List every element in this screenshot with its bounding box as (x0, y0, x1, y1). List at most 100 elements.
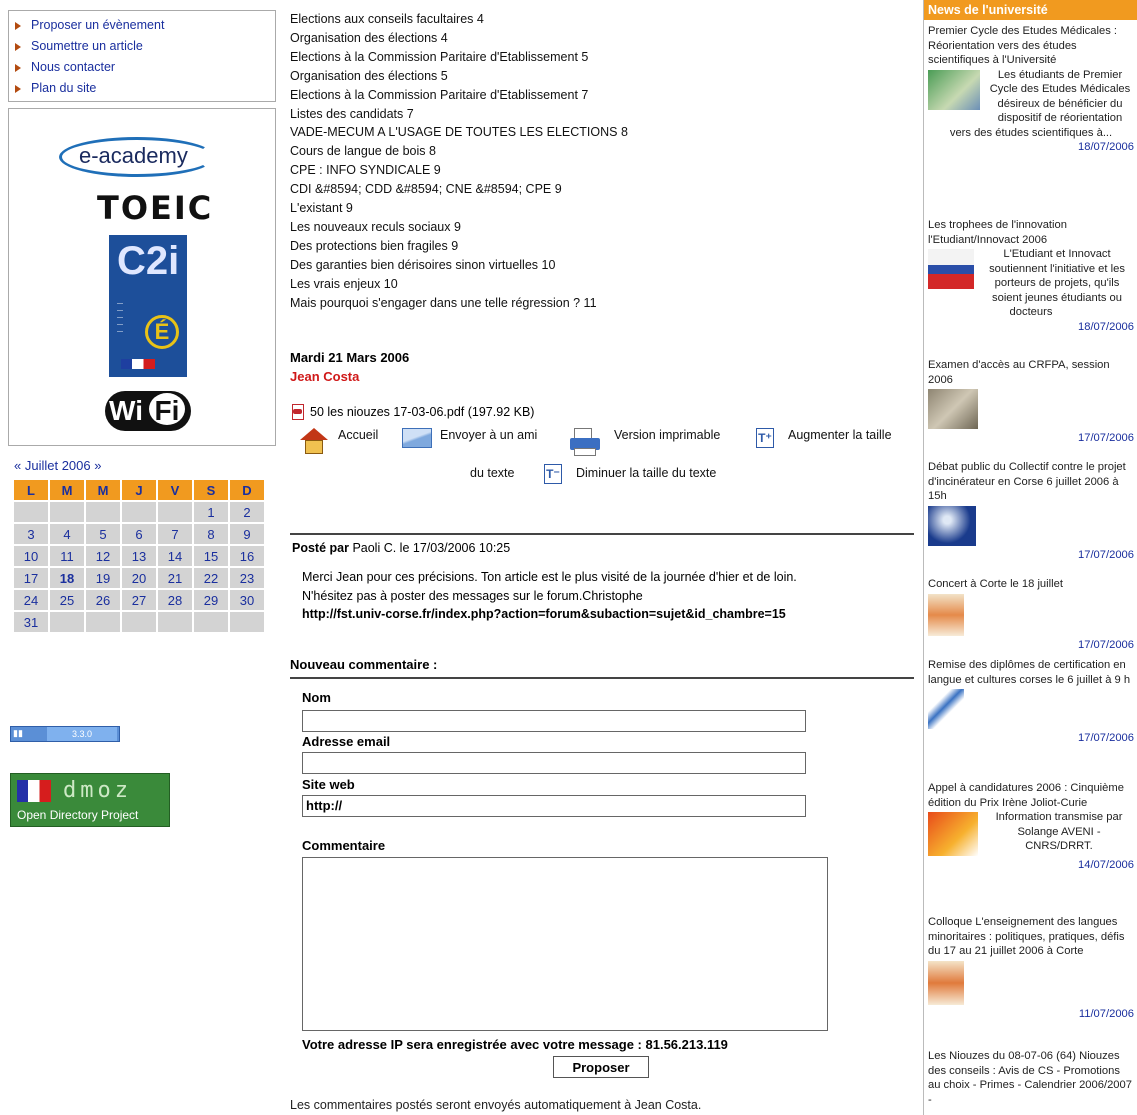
calendar-day[interactable]: 1 (194, 502, 228, 522)
news-item[interactable]: Premier Cycle des Etudes Médicales : Réo… (928, 24, 1134, 155)
calendar-day[interactable]: 9 (230, 524, 264, 544)
wifi-logo[interactable]: Wi Fi (105, 391, 191, 431)
calendar-day[interactable]: 18 (50, 568, 84, 588)
news-title[interactable]: Appel à candidatures 2006 : Cinquième éd… (928, 781, 1134, 810)
calendar-day[interactable]: 30 (230, 590, 264, 610)
news-title[interactable]: Débat public du Collectif contre le proj… (928, 460, 1134, 504)
news-item[interactable]: Les Niouzes du 08-07-06 (64) Niouzes des… (928, 1049, 1134, 1107)
submit-button[interactable]: Proposer (553, 1056, 649, 1078)
calendar-empty-cell (14, 502, 48, 522)
email-field[interactable] (302, 752, 806, 774)
news-thumbnail (928, 69, 980, 110)
send-to-friend-link[interactable]: Envoyer à un ami (402, 428, 537, 448)
calendar-day[interactable]: 8 (194, 524, 228, 544)
calendar-day[interactable]: 20 (122, 568, 156, 588)
calendar-weekday: S (194, 480, 228, 500)
calendar-day[interactable]: 25 (50, 590, 84, 610)
calendar-day[interactable]: 11 (50, 546, 84, 566)
calendar-day[interactable]: 3 (14, 524, 48, 544)
news-item[interactable]: Appel à candidatures 2006 : Cinquième éd… (928, 781, 1134, 873)
c2i-logo-fineprint: — — — — — (117, 301, 123, 335)
name-field[interactable] (302, 710, 806, 732)
footer-note: Les commentaires postés seront envoyés a… (290, 1098, 702, 1112)
toeic-logo[interactable]: TOEIC (97, 189, 213, 227)
dmoz-badge[interactable]: dmoz Open Directory Project (10, 773, 170, 827)
calendar-day[interactable]: 23 (230, 568, 264, 588)
calendar-day[interactable]: 4 (50, 524, 84, 544)
envelope-icon (402, 428, 432, 448)
calendar-day[interactable]: 13 (122, 546, 156, 566)
calendar-day[interactable]: 26 (86, 590, 120, 610)
website-field[interactable]: http:// (302, 795, 806, 817)
increase-text-link-cont[interactable]: du texte (470, 466, 514, 480)
calendar-empty-cell (122, 502, 156, 522)
calendar-day[interactable]: 10 (14, 546, 48, 566)
calendar-day[interactable]: 12 (86, 546, 120, 566)
calendar-day[interactable]: 31 (14, 612, 48, 632)
calendar-day[interactable]: 28 (158, 590, 192, 610)
dmoz-label: Open Directory Project (17, 808, 139, 822)
news-item[interactable]: Examen d'accès au CRFPA, session 2006 17… (928, 358, 1134, 446)
calendar-day[interactable]: 17 (14, 568, 48, 588)
quicklink-submit-article[interactable]: Soumettre un article (15, 36, 275, 57)
toc-line: Elections aux conseils facultaires 4 (290, 12, 484, 26)
calendar-day[interactable]: 19 (86, 568, 120, 588)
decrease-text-link[interactable]: T⁻ Diminuer la taille du texte (544, 464, 716, 484)
calendar-empty-cell (86, 502, 120, 522)
toc-line: Mais pourquoi s'engager dans une telle r… (290, 295, 597, 310)
calendar-day[interactable]: 21 (158, 568, 192, 588)
wifi-logo-text-b: Fi (146, 391, 187, 427)
news-title[interactable]: Les Niouzes du 08-07-06 (64) Niouzes des… (928, 1049, 1134, 1107)
news-item[interactable]: Remise des diplômes de certification en … (928, 658, 1134, 746)
calendar-day[interactable]: 24 (14, 590, 48, 610)
home-link[interactable]: Accueil (298, 426, 378, 456)
increase-text-link[interactable]: T⁺ Augmenter la taille (756, 428, 892, 448)
news-title[interactable]: Colloque L'enseignement des langues mino… (928, 915, 1134, 959)
news-thumbnail (928, 689, 964, 729)
email-label: Adresse email (302, 734, 391, 749)
version-badge[interactable]: ▮▮ 3.3.0 (10, 726, 120, 742)
printable-version-link[interactable]: Version imprimable (570, 426, 720, 456)
calendar-day[interactable]: 5 (86, 524, 120, 544)
calendar-day[interactable]: 15 (194, 546, 228, 566)
e-academy-logo[interactable]: e-academy (59, 131, 217, 181)
calendar-empty-cell (158, 502, 192, 522)
calendar-month-nav[interactable]: « Juillet 2006 » (14, 458, 101, 473)
toc-line: Elections à la Commission Paritaire d'Et… (290, 87, 589, 102)
post-author[interactable]: Jean Costa (290, 369, 359, 384)
news-item[interactable]: Concert à Corte le 18 juillet 17/07/2006 (928, 577, 1134, 652)
calendar-day[interactable]: 22 (194, 568, 228, 588)
calendar-day[interactable]: 14 (158, 546, 192, 566)
news-item[interactable]: Débat public du Collectif contre le proj… (928, 460, 1134, 562)
news-title[interactable]: Les trophees de l'innovation l'Etudiant/… (928, 218, 1134, 247)
comment-textarea[interactable] (302, 857, 828, 1031)
toc-line: Les nouveaux reculs sociaux 9 (290, 219, 461, 234)
website-label: Site web (302, 777, 355, 792)
comment-url[interactable]: http://fst.univ-corse.fr/index.php?actio… (302, 605, 912, 624)
calendar-weekday: M (50, 480, 84, 500)
pdf-icon (290, 404, 304, 420)
pdf-attachment-link[interactable]: 50 les niouzes 17-03-06.pdf (197.92 KB) (290, 404, 534, 420)
news-item[interactable]: Les trophees de l'innovation l'Etudiant/… (928, 218, 1134, 334)
comment-header: Posté par Paoli C. le 17/03/2006 10:25 (292, 541, 510, 555)
calendar-day[interactable]: 7 (158, 524, 192, 544)
c2i-logo[interactable]: C2i — — — — — É (109, 235, 187, 377)
calendar-day[interactable]: 6 (122, 524, 156, 544)
news-title[interactable]: Remise des diplômes de certification en … (928, 658, 1134, 687)
news-title[interactable]: Premier Cycle des Etudes Médicales : Réo… (928, 24, 1134, 68)
main-content: Elections aux conseils facultaires 4 Orga… (290, 0, 914, 1115)
quicklink-contact[interactable]: Nous contacter (15, 57, 275, 78)
quicklink-sitemap[interactable]: Plan du site (15, 78, 275, 99)
calendar-day[interactable]: 16 (230, 546, 264, 566)
text-increase-icon: T⁺ (756, 428, 774, 448)
calendar-day[interactable]: 2 (230, 502, 264, 522)
news-thumbnail (928, 249, 974, 289)
calendar-day[interactable]: 27 (122, 590, 156, 610)
news-title[interactable]: Examen d'accès au CRFPA, session 2006 (928, 358, 1134, 387)
quicklink-propose-event[interactable]: Proposer un évènement (15, 15, 275, 36)
calendar-empty-cell (230, 612, 264, 632)
news-title[interactable]: Concert à Corte le 18 juillet (928, 577, 1134, 592)
posted-by-info: Paoli C. le 17/03/2006 10:25 (348, 541, 511, 555)
news-item[interactable]: Colloque L'enseignement des langues mino… (928, 915, 1134, 1021)
calendar-day[interactable]: 29 (194, 590, 228, 610)
